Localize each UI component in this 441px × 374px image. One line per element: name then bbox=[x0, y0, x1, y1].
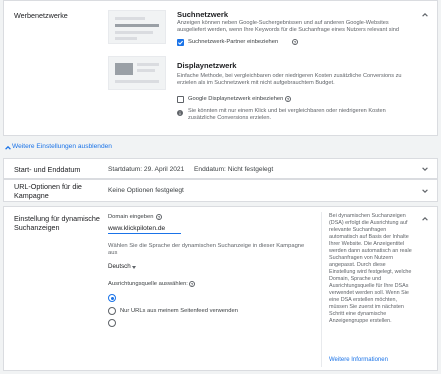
displaynetzwerk-checkbox-label: Google Displaynetzwerk einbeziehen bbox=[188, 96, 284, 102]
url-options-value: Keine Optionen festgelegt bbox=[108, 187, 184, 194]
toggle-more-settings-label: Weitere Einstellungen ausblenden bbox=[12, 143, 112, 150]
suchnetzwerk-partner-label: Suchnetzwerk-Partner einbeziehen bbox=[188, 39, 279, 45]
toggle-more-settings[interactable]: Weitere Einstellungen ausblenden bbox=[4, 143, 144, 153]
chevron-down-icon[interactable] bbox=[421, 187, 429, 195]
chevron-up-icon[interactable] bbox=[421, 11, 429, 19]
source-radio-2[interactable] bbox=[108, 307, 116, 315]
help-line: müssen Sie zuerst im nächsten bbox=[329, 304, 404, 310]
dsa-label-2: Suchanzeigen bbox=[14, 223, 60, 232]
domain-label: Domain eingeben bbox=[108, 214, 154, 220]
displaynetzwerk-note-2: zusätzliche Conversions erzielen. bbox=[188, 115, 272, 121]
help-icon[interactable]: ? bbox=[156, 214, 162, 220]
displaynetzwerk-checkbox[interactable] bbox=[177, 96, 184, 103]
language-select-value: Deutsch bbox=[108, 263, 131, 270]
chevron-up-icon[interactable] bbox=[421, 215, 429, 223]
start-date-value: Startdatum: 29. April 2021 bbox=[108, 166, 185, 173]
more-info-link[interactable]: Weitere Informationen bbox=[329, 357, 388, 363]
date-label: Start- und Enddatum bbox=[14, 165, 81, 174]
url-options-label-1: URL-Optionen für die bbox=[14, 182, 82, 191]
language-select[interactable]: Deutsch bbox=[108, 263, 138, 272]
suchnetzwerk-partner-checkbox[interactable] bbox=[177, 39, 184, 46]
displaynetzwerk-desc-2: erzielen als im Suchnetzwerk mit nicht a… bbox=[177, 80, 335, 86]
help-divider bbox=[321, 212, 322, 367]
werbenetzwerke-card: Werbenetzwerke Suchnetzwerk Anzeigen kön… bbox=[3, 0, 438, 136]
date-card[interactable]: Start- und Enddatum Startdatum: 29. Apri… bbox=[3, 158, 438, 179]
werbenetzwerke-label: Werbenetzwerke bbox=[14, 11, 68, 20]
help-line: Schritt eine dynamische bbox=[329, 311, 387, 317]
domain-input[interactable]: www.klickpiloten.de bbox=[108, 223, 181, 234]
dsa-card: Einstellung für dynamische Suchanzeigen … bbox=[3, 206, 438, 371]
help-line: angepasst. Durch diese bbox=[329, 262, 386, 268]
help-line: Ihrer Website. Die Anzeigentitel bbox=[329, 241, 405, 247]
url-options-label-2: Kampagne bbox=[14, 191, 49, 200]
end-date-value: Enddatum: Nicht festgelegt bbox=[194, 166, 274, 173]
help-line: verwendet werden soll. Wenn Sie bbox=[329, 290, 409, 296]
help-line: Bei dynamischen Suchanzeigen bbox=[329, 213, 406, 219]
chevron-up-icon bbox=[4, 144, 11, 151]
displaynetzwerk-title: Displaynetzwerk bbox=[177, 61, 237, 70]
help-icon[interactable]: ? bbox=[189, 281, 195, 287]
help-line: Anzeigengruppe erstellen. bbox=[329, 318, 392, 324]
info-icon: i bbox=[177, 110, 183, 116]
help-line: automatisch auf Basis der Inhalte bbox=[329, 234, 409, 240]
help-line: relevante Suchanfragen bbox=[329, 227, 387, 233]
language-prompt-2: aus bbox=[108, 250, 118, 256]
help-line: Einstellung wird festgelegt, welche bbox=[329, 269, 412, 275]
dsa-help-text: Bei dynamischen Suchanzeigen (DSA) erfol… bbox=[329, 213, 415, 325]
domain-input-value: www.klickpiloten.de bbox=[108, 225, 166, 232]
help-line: eine DSA erstellen möchten, bbox=[329, 297, 398, 303]
help-line: Ausrichtungsquelle für Ihre DSAs bbox=[329, 283, 409, 289]
suchnetzwerk-title: Suchnetzwerk bbox=[177, 10, 229, 19]
chevron-down-icon[interactable] bbox=[421, 165, 429, 173]
help-line: (DSA) erfolgt die Ausrichtung auf bbox=[329, 220, 408, 226]
displaynetzwerk-illustration bbox=[108, 56, 166, 90]
help-icon[interactable]: ? bbox=[292, 39, 298, 45]
source-radio-2-label: Nur URLs aus meinem Seitenfeed verwenden bbox=[120, 308, 238, 314]
dropdown-arrow-icon bbox=[132, 266, 136, 269]
suchnetzwerk-desc-2: ausgeliefert werden, wenn Ihre Keywords … bbox=[177, 27, 400, 33]
source-label: Ausrichtungsquelle auswählen: bbox=[108, 281, 188, 287]
suchnetzwerk-illustration bbox=[108, 10, 166, 44]
help-line: werden dann automatisch an reale bbox=[329, 248, 412, 254]
help-line: Domain, Sprache und bbox=[329, 276, 382, 282]
url-options-card[interactable]: URL-Optionen für die Kampagne Keine Opti… bbox=[3, 179, 438, 202]
source-radio-1[interactable] bbox=[108, 294, 116, 302]
displaynetzwerk-note-1: Sie könnten mit nur einem Klick und bei … bbox=[188, 108, 386, 114]
dsa-label-1: Einstellung für dynamische bbox=[14, 214, 100, 223]
language-prompt-1: Wählen Sie die Sprache der dynamischen S… bbox=[108, 243, 305, 249]
source-radio-3[interactable] bbox=[108, 319, 116, 327]
help-line: Suchanfragen von Nutzern bbox=[329, 255, 394, 261]
suchnetzwerk-desc-1: Anzeigen können neben Google-Suchergebni… bbox=[177, 20, 389, 26]
help-icon[interactable]: ? bbox=[285, 96, 291, 102]
displaynetzwerk-desc-1: Einfache Methode, bei vergleichbaren ode… bbox=[177, 73, 402, 79]
